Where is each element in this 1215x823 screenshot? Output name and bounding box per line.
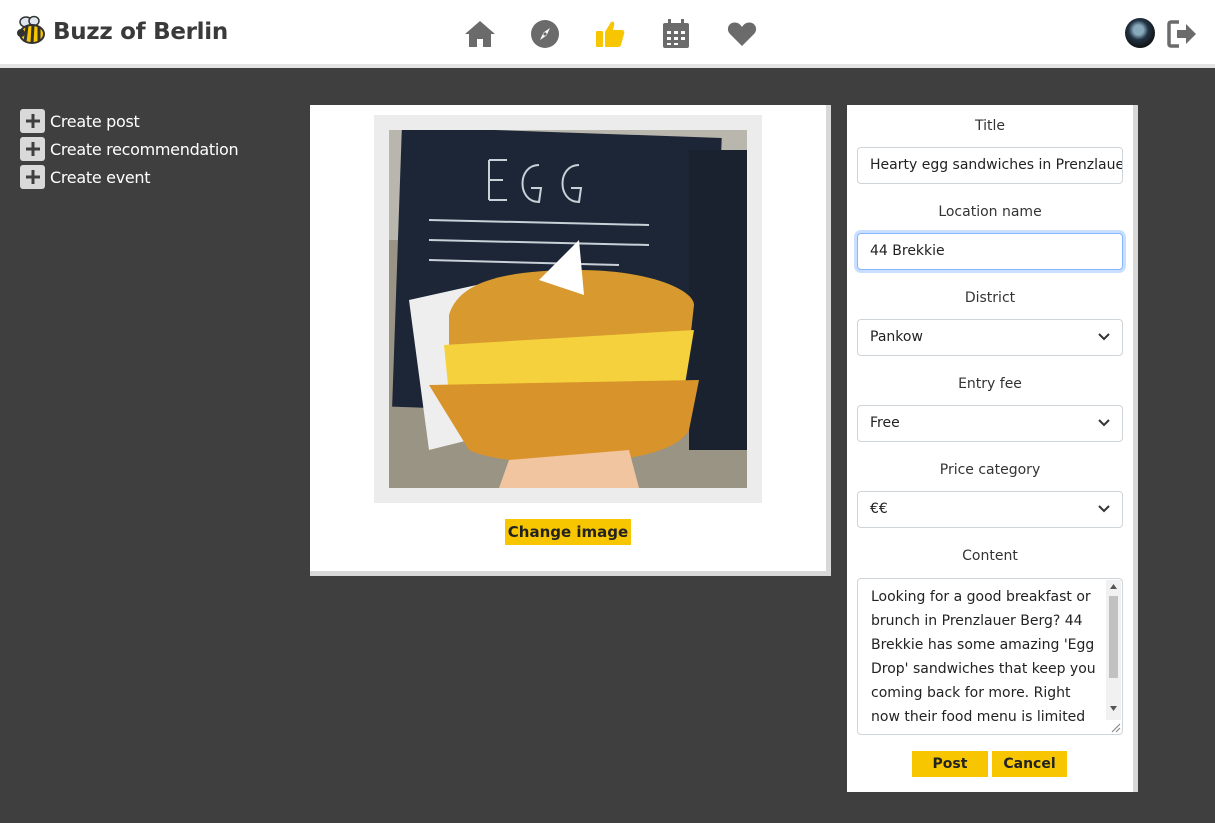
compass-icon[interactable] [527,16,563,52]
calendar-icon[interactable] [658,16,694,52]
resize-grip-icon[interactable] [1109,721,1121,733]
logout-icon[interactable] [1167,19,1199,49]
image-frame [374,115,762,503]
bee-logo-icon [15,14,47,50]
sidebar-item-label: Create post [50,111,140,131]
post-image [389,130,747,488]
sidebar-item-create-event[interactable]: Create event [20,163,238,191]
scroll-up-icon[interactable] [1110,584,1117,589]
price-category-label: Price category [939,462,1041,478]
price-category-value: €€ [870,501,888,517]
post-form: Title Hearty egg sandwiches in Prenzlaue… [847,105,1138,792]
title-label: Title [974,118,1005,134]
plus-icon [20,109,45,133]
entry-fee-select[interactable]: Free [857,405,1123,442]
navbar: Buzz of Berlin [0,0,1215,68]
chevron-down-icon [1098,419,1110,427]
chevron-down-icon [1098,333,1110,341]
plus-icon [20,137,45,161]
chevron-down-icon [1098,505,1110,513]
district-value: Pankow [870,329,923,345]
sidebar-item-create-post[interactable]: Create post [20,107,238,135]
image-preview-panel: Change image [310,105,831,576]
plus-icon [20,165,45,189]
content-textarea[interactable]: Looking for a good breakfast or brunch i… [857,578,1123,735]
avatar[interactable] [1125,18,1155,48]
change-image-button[interactable]: Change image [505,519,631,545]
post-button[interactable]: Post [912,751,988,777]
location-label: Location name [938,204,1042,220]
sidebar-item-label: Create recommendation [50,139,239,159]
scroll-thumb[interactable] [1109,596,1118,678]
cancel-button[interactable]: Cancel [992,751,1067,777]
district-select[interactable]: Pankow [857,319,1123,356]
heart-icon[interactable] [724,16,760,52]
sidebar-item-label: Create event [50,167,151,187]
sidebar-item-create-recommendation[interactable]: Create recommendation [20,135,239,163]
content-text: Looking for a good breakfast or brunch i… [871,589,1096,725]
brand[interactable]: Buzz of Berlin [15,14,228,50]
content-label: Content [962,548,1018,564]
price-category-select[interactable]: €€ [857,491,1123,528]
district-label: District [964,290,1016,306]
scroll-down-icon[interactable] [1110,706,1117,711]
textarea-scrollbar[interactable] [1106,580,1121,720]
title-input[interactable]: Hearty egg sandwiches in Prenzlauer Berg [857,147,1123,184]
app-title: Buzz of Berlin [53,19,228,45]
location-input[interactable]: 44 Brekkie [857,233,1123,270]
thumbs-up-icon[interactable] [592,16,628,52]
entry-fee-value: Free [870,415,900,431]
entry-fee-label: Entry fee [958,376,1022,392]
sidebar: Create post Create recommendation Create… [20,107,239,191]
home-icon[interactable] [462,16,498,52]
